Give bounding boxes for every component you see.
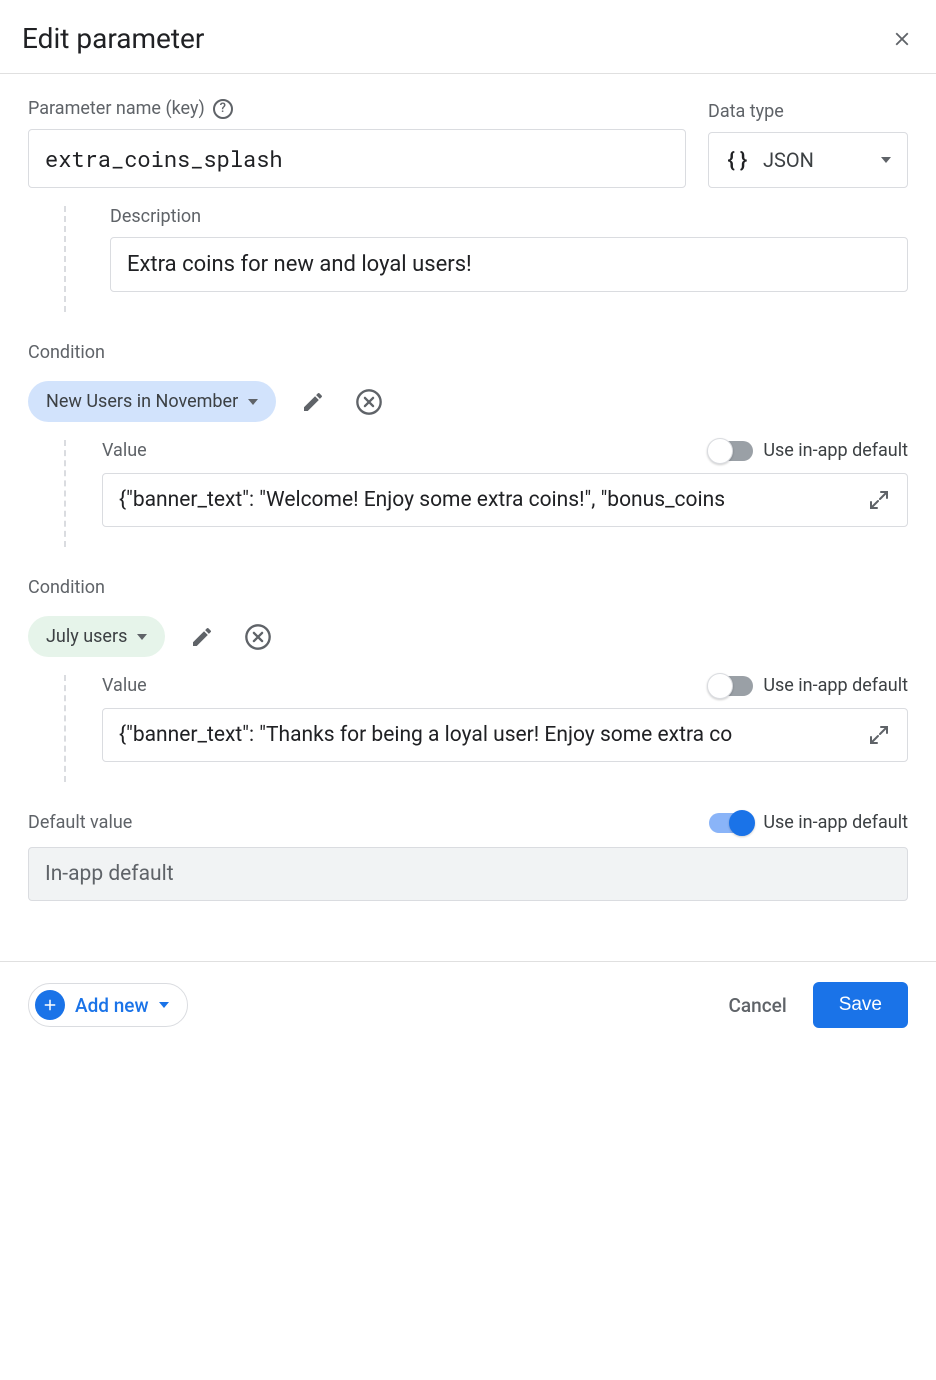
default-value-label: Default value — [28, 812, 132, 833]
condition-chip-label: July users — [46, 626, 127, 647]
remove-condition-button[interactable] — [239, 618, 277, 656]
chevron-down-icon — [137, 634, 147, 640]
condition-value-text: {"banner_text": "Welcome! Enjoy some ext… — [119, 488, 853, 512]
default-value-input: In-app default — [28, 847, 908, 901]
condition-value-input[interactable]: {"banner_text": "Welcome! Enjoy some ext… — [102, 473, 908, 527]
condition-chip-july-users[interactable]: July users — [28, 616, 165, 657]
condition-label: Condition — [28, 577, 908, 598]
condition-value-input[interactable]: {"banner_text": "Thanks for being a loya… — [102, 708, 908, 762]
chevron-down-icon — [881, 157, 891, 163]
condition-chip-label: New Users in November — [46, 391, 238, 412]
expand-icon[interactable] — [867, 723, 891, 747]
edit-condition-button[interactable] — [183, 618, 221, 656]
json-icon: {} — [725, 147, 749, 173]
pencil-icon — [190, 625, 214, 649]
toggle-label: Use in-app default — [763, 812, 908, 833]
condition-value-text: {"banner_text": "Thanks for being a loya… — [119, 723, 853, 747]
param-name-input[interactable] — [28, 129, 686, 188]
value-label: Value — [102, 675, 147, 696]
condition-chip-new-users[interactable]: New Users in November — [28, 381, 276, 422]
page-title: Edit parameter — [22, 22, 204, 55]
remove-condition-button[interactable] — [350, 383, 388, 421]
add-new-label: Add new — [75, 994, 149, 1017]
condition-label: Condition — [28, 342, 908, 363]
data-type-select[interactable]: {} JSON — [708, 132, 908, 188]
use-in-app-default-toggle[interactable] — [709, 813, 753, 833]
cancel-button[interactable]: Cancel — [729, 994, 787, 1017]
data-type-label: Data type — [708, 101, 784, 122]
close-icon — [891, 28, 913, 50]
value-label: Value — [102, 440, 147, 461]
use-in-app-default-toggle[interactable] — [709, 441, 753, 461]
save-button[interactable]: Save — [813, 982, 908, 1028]
toggle-label: Use in-app default — [763, 440, 908, 461]
toggle-label: Use in-app default — [763, 675, 908, 696]
close-circle-icon — [355, 388, 383, 416]
chevron-down-icon — [248, 399, 258, 405]
pencil-icon — [301, 390, 325, 414]
close-button[interactable] — [890, 27, 914, 51]
description-label: Description — [110, 206, 908, 227]
default-value-text: In-app default — [45, 862, 891, 886]
plus-circle-icon — [35, 990, 65, 1020]
add-new-button[interactable]: Add new — [28, 983, 188, 1027]
description-input[interactable] — [110, 237, 908, 292]
help-icon[interactable]: ? — [213, 99, 233, 119]
close-circle-icon — [244, 623, 272, 651]
use-in-app-default-toggle[interactable] — [709, 676, 753, 696]
data-type-value: JSON — [763, 148, 867, 172]
chevron-down-icon — [159, 1002, 169, 1008]
edit-condition-button[interactable] — [294, 383, 332, 421]
expand-icon[interactable] — [867, 488, 891, 512]
param-name-label: Parameter name (key) — [28, 98, 205, 119]
